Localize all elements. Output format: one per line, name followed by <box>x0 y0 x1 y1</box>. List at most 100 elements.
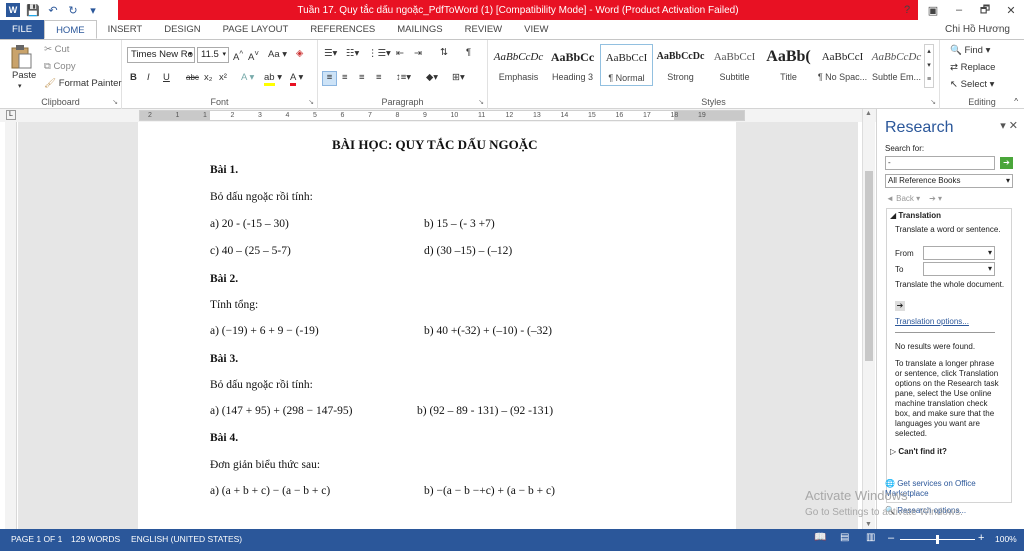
zoom-slider-thumb[interactable] <box>936 535 939 544</box>
numbering-icon[interactable]: ☷▾ <box>346 48 359 59</box>
sort-icon[interactable]: ⇅ <box>440 47 448 58</box>
clear-formatting-icon[interactable]: ◈ <box>296 48 303 59</box>
tab-mailings[interactable]: MAILINGS <box>386 20 453 39</box>
horizontal-ruler[interactable]: 2 1 1 2 3 4 5 6 7 8 9 10 11 12 13 14 15 16 17 18 19 <box>139 110 745 121</box>
style-strong[interactable]: AaBbCcDc Strong <box>654 44 707 86</box>
align-center-icon[interactable]: ≡ <box>342 72 348 83</box>
customize-qat-icon[interactable]: ▾ <box>86 4 100 17</box>
web-layout-icon[interactable]: ▥ <box>866 532 875 543</box>
close-pane-icon[interactable]: ✕ <box>1009 120 1018 132</box>
paste-icon[interactable] <box>8 44 38 70</box>
font-family-select[interactable]: Times New Ro ▾ <box>127 47 195 63</box>
replace-button[interactable]: ⇄ Replace <box>950 62 995 73</box>
collapse-ribbon-icon[interactable]: ^ <box>1014 97 1018 106</box>
paste-dropdown-icon[interactable]: ▾ <box>18 82 22 90</box>
translation-header[interactable]: ◢ Translation <box>890 211 941 221</box>
page-count[interactable]: PAGE 1 OF 1 <box>11 534 62 544</box>
back-button[interactable]: ◄ Back ▾ ➔ ▾ <box>886 194 942 204</box>
scroll-thumb[interactable] <box>865 171 873 361</box>
redo-icon[interactable]: ↻ <box>66 4 80 17</box>
underline-button[interactable]: U <box>163 72 170 83</box>
copy-button[interactable]: ⧉ Copy <box>44 61 76 72</box>
reference-source-select[interactable]: All Reference Books ▾ <box>885 174 1013 188</box>
text-effects-icon[interactable]: A ▾ <box>241 72 254 83</box>
styles-scroll[interactable]: ▴ ▾ ≡ <box>924 44 934 88</box>
vertical-scrollbar[interactable]: ▲ ▼ <box>862 109 875 529</box>
search-input[interactable]: - <box>885 156 995 170</box>
help-button[interactable]: ? <box>894 4 920 16</box>
borders-icon[interactable]: ⊞▾ <box>452 72 465 83</box>
undo-icon[interactable]: ↶ <box>46 4 60 17</box>
language-indicator[interactable]: ENGLISH (UNITED STATES) <box>131 534 242 544</box>
zoom-out-icon[interactable]: – <box>888 532 894 544</box>
show-formatting-icon[interactable]: ¶ <box>466 47 471 58</box>
format-painter-button[interactable]: 🖌 Format Painter <box>44 78 122 89</box>
multilevel-list-icon[interactable]: ⋮☰▾ <box>368 48 391 59</box>
user-account[interactable]: Chi Hồ Hương <box>945 20 1010 39</box>
style-title[interactable]: AaBb(Title <box>762 44 815 86</box>
pane-options-icon[interactable]: ▾ <box>1000 120 1006 132</box>
decrease-indent-icon[interactable]: ⇤ <box>396 48 404 59</box>
font-size-select[interactable]: 11.5 ▾ <box>197 47 229 63</box>
tab-insert[interactable]: INSERT <box>97 20 154 39</box>
style-heading-3[interactable]: AaBbCc Heading 3 <box>546 44 599 86</box>
cut-button[interactable]: ✂ Cut <box>44 44 69 55</box>
align-right-icon[interactable]: ≡ <box>359 72 365 83</box>
translation-options-link[interactable]: Translation options... <box>895 317 969 327</box>
justify-icon[interactable]: ≡ <box>376 72 382 83</box>
from-select[interactable]: ▾ <box>923 246 995 260</box>
word-count[interactable]: 129 WORDS <box>71 534 120 544</box>
minimize-button[interactable]: – <box>946 4 972 16</box>
tab-home[interactable]: HOME <box>44 20 97 39</box>
styles-launcher-icon[interactable]: ↘ <box>930 98 936 106</box>
scroll-down-icon[interactable]: ▼ <box>865 521 872 528</box>
translate-document-arrow-icon[interactable]: ➔ <box>895 301 905 311</box>
style-subtitle[interactable]: AaBbCcI Subtitle <box>708 44 761 86</box>
strikethrough-button[interactable]: abc <box>186 73 199 82</box>
italic-button[interactable]: I <box>147 72 150 83</box>
select-button[interactable]: ↖ Select ▾ <box>950 79 994 90</box>
change-case-icon[interactable]: Aa ▾ <box>268 49 287 60</box>
tab-references[interactable]: REFERENCES <box>299 20 386 39</box>
zoom-level[interactable]: 100% <box>995 534 1017 544</box>
tab-file[interactable]: FILE <box>0 20 45 39</box>
style-subtle-emphasis[interactable]: AaBbCcDc Subtle Em... <box>870 44 923 86</box>
highlight-icon[interactable]: ab ▾ <box>264 72 282 86</box>
bullets-icon[interactable]: ☰▾ <box>324 48 337 59</box>
style-no-spacing[interactable]: AaBbCcI ¶ No Spac... <box>816 44 869 86</box>
close-button[interactable]: ✕ <box>998 4 1024 17</box>
start-search-icon[interactable]: ➔ <box>1000 157 1013 169</box>
grow-font-icon[interactable]: A^ <box>233 49 243 63</box>
tab-design[interactable]: DESIGN <box>153 20 211 39</box>
tab-selector[interactable]: L <box>6 110 16 120</box>
superscript-button[interactable]: x² <box>219 72 227 83</box>
font-launcher-icon[interactable]: ↘ <box>308 98 314 106</box>
bold-button[interactable]: B <box>130 72 137 83</box>
save-icon[interactable]: 💾 <box>26 4 40 17</box>
clipboard-launcher-icon[interactable]: ↘ <box>112 98 118 106</box>
font-color-icon[interactable]: A ▾ <box>290 72 303 86</box>
paste-button[interactable]: Paste <box>12 70 36 81</box>
shading-icon[interactable]: ◆▾ <box>426 72 438 83</box>
tab-view[interactable]: VIEW <box>513 20 559 39</box>
document-page[interactable]: BÀI HỌC: QUY TẮC DẤU NGOẶC Bài 1. Bỏ dấu… <box>138 122 736 529</box>
style-emphasis[interactable]: AaBbCcDc Emphasis <box>492 44 545 86</box>
to-select[interactable]: ▾ <box>923 262 995 276</box>
style-normal[interactable]: AaBbCcI ¶ Normal <box>600 44 653 86</box>
align-left-icon[interactable]: ≡ <box>322 71 337 86</box>
ribbon-display-button[interactable]: ▣ <box>920 4 946 17</box>
find-button[interactable]: 🔍 Find ▾ <box>950 45 990 56</box>
paragraph-launcher-icon[interactable]: ↘ <box>478 98 484 106</box>
zoom-in-icon[interactable]: + <box>978 532 984 544</box>
line-spacing-icon[interactable]: ↕≡▾ <box>396 72 411 83</box>
print-layout-icon[interactable]: ▤ <box>840 532 849 543</box>
subscript-button[interactable]: x₂ <box>204 72 212 83</box>
tab-page-layout[interactable]: PAGE LAYOUT <box>212 20 300 39</box>
cant-find-toggle[interactable]: ▷ Can't find it? <box>890 447 947 457</box>
increase-indent-icon[interactable]: ⇥ <box>414 48 422 59</box>
shrink-font-icon[interactable]: A˅ <box>248 49 259 63</box>
read-mode-icon[interactable]: 📖 <box>814 532 826 543</box>
restore-button[interactable]: 🗗 <box>972 1 998 20</box>
tab-review[interactable]: REVIEW <box>454 20 513 39</box>
scroll-up-icon[interactable]: ▲ <box>865 110 872 117</box>
